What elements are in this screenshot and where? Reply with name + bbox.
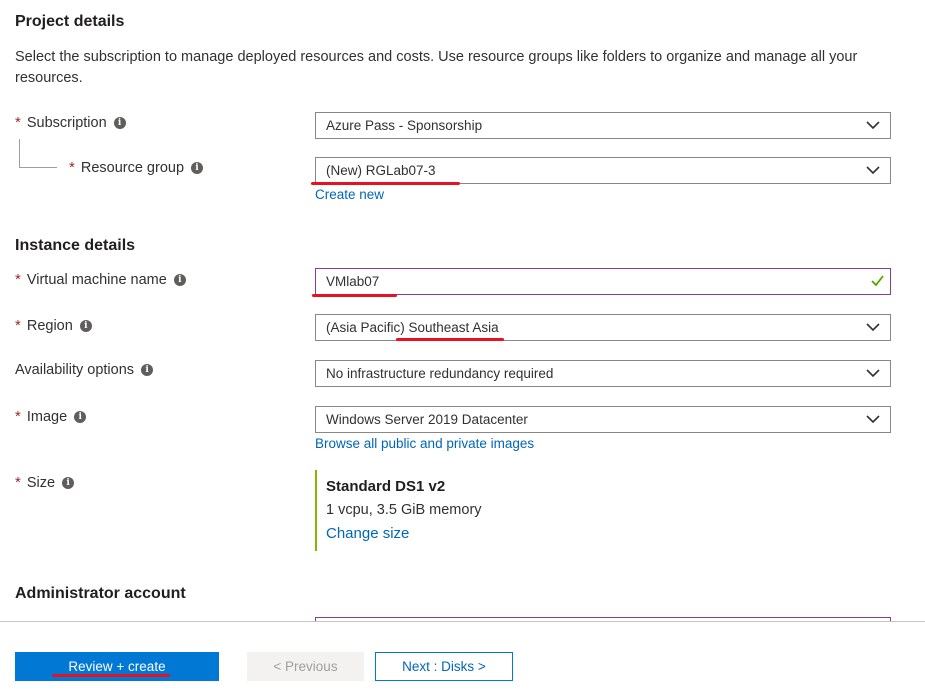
info-icon[interactable]: i bbox=[74, 410, 87, 423]
vm-name-value: VMlab07 bbox=[326, 274, 380, 289]
annotation-underline bbox=[312, 294, 397, 297]
region-label: * Region i bbox=[15, 317, 92, 334]
availability-value: No infrastructure redundancy required bbox=[326, 366, 554, 381]
required-marker: * bbox=[15, 271, 21, 288]
instance-details-heading: Instance details bbox=[15, 237, 136, 254]
resource-group-dropdown[interactable]: (New) RGLab07-3 bbox=[315, 157, 891, 184]
browse-images-link[interactable]: Browse all public and private images bbox=[315, 436, 534, 451]
create-new-link[interactable]: Create new bbox=[315, 187, 384, 202]
size-label-text: Size bbox=[26, 474, 56, 491]
required-marker: * bbox=[15, 317, 21, 334]
image-label: * Image i bbox=[15, 408, 87, 425]
resource-group-label-text: Resource group bbox=[80, 159, 185, 176]
annotation-underline bbox=[311, 182, 460, 185]
image-dropdown[interactable]: Windows Server 2019 Datacenter bbox=[315, 406, 891, 433]
image-value: Windows Server 2019 Datacenter bbox=[326, 412, 528, 427]
change-size-link[interactable]: Change size bbox=[326, 525, 482, 542]
chevron-down-icon bbox=[866, 415, 880, 424]
availability-label: Availability options i bbox=[15, 362, 154, 378]
subscription-value: Azure Pass - Sponsorship bbox=[326, 118, 483, 133]
chevron-down-icon bbox=[866, 121, 880, 130]
availability-label-text: Availability options bbox=[15, 362, 135, 378]
info-icon[interactable]: i bbox=[173, 273, 186, 286]
annotation-underline bbox=[52, 674, 170, 677]
info-icon[interactable]: i bbox=[141, 364, 154, 376]
resource-group-label: * Resource group i bbox=[69, 159, 204, 176]
availability-dropdown[interactable]: No infrastructure redundancy required bbox=[315, 360, 891, 387]
required-marker: * bbox=[15, 408, 21, 425]
chevron-down-icon bbox=[866, 166, 880, 175]
vm-name-label-text: Virtual machine name bbox=[26, 271, 167, 288]
annotation-underline bbox=[396, 338, 504, 341]
subscription-dropdown[interactable]: Azure Pass - Sponsorship bbox=[315, 112, 891, 139]
administrator-account-heading: Administrator account bbox=[15, 585, 186, 602]
region-label-text: Region bbox=[26, 317, 73, 334]
project-details-description: Select the subscription to manage deploy… bbox=[15, 49, 858, 86]
checkmark-icon bbox=[871, 275, 884, 287]
next-disks-button[interactable]: Next : Disks > bbox=[375, 652, 513, 681]
subscription-label: * Subscription i bbox=[15, 114, 126, 131]
size-spec: 1 vcpu, 3.5 GiB memory bbox=[326, 502, 482, 518]
project-details-heading: Project details bbox=[15, 13, 125, 30]
resource-group-value: (New) RGLab07-3 bbox=[326, 163, 436, 178]
previous-button[interactable]: < Previous bbox=[247, 652, 364, 681]
required-marker: * bbox=[69, 159, 75, 176]
info-icon[interactable]: i bbox=[79, 319, 92, 332]
info-icon[interactable]: i bbox=[62, 476, 75, 489]
size-name: Standard DS1 v2 bbox=[326, 478, 446, 495]
footer-divider bbox=[0, 621, 925, 622]
size-label: * Size i bbox=[15, 474, 75, 491]
required-marker: * bbox=[15, 114, 21, 131]
tree-connector bbox=[19, 139, 57, 168]
region-dropdown[interactable]: (Asia Pacific) Southeast Asia bbox=[315, 314, 891, 341]
region-value: (Asia Pacific) Southeast Asia bbox=[326, 320, 499, 335]
vm-name-label: * Virtual machine name i bbox=[15, 271, 186, 288]
required-marker: * bbox=[15, 474, 21, 491]
info-icon[interactable]: i bbox=[191, 161, 204, 174]
image-label-text: Image bbox=[26, 408, 68, 425]
chevron-down-icon bbox=[866, 323, 880, 332]
size-summary: Standard DS1 v2 1 vcpu, 3.5 GiB memory C… bbox=[315, 470, 482, 551]
vm-name-input[interactable]: VMlab07 bbox=[315, 268, 891, 295]
chevron-down-icon bbox=[866, 369, 880, 378]
info-icon[interactable]: i bbox=[113, 116, 126, 129]
subscription-label-text: Subscription bbox=[26, 114, 107, 131]
